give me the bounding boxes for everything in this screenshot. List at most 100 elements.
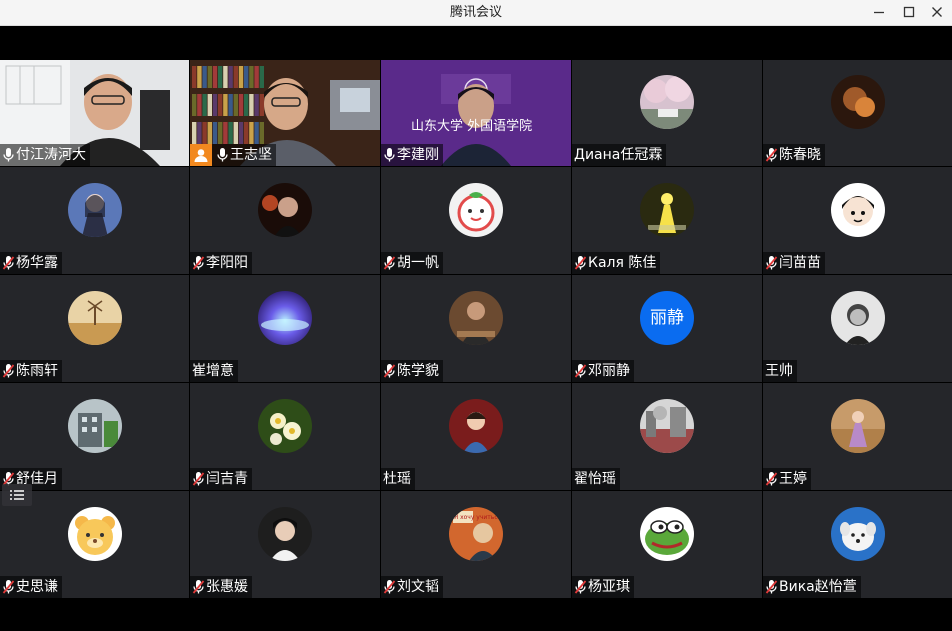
minimize-icon — [874, 11, 884, 14]
microphone-muted-icon — [765, 471, 778, 487]
participant-tile[interactable]: 翟怡瑶 — [572, 383, 762, 490]
participant-name: 胡一帆 — [397, 255, 439, 271]
microphone-muted-icon — [192, 471, 205, 487]
participant-tile[interactable]: 杨华露 — [0, 167, 189, 274]
cartoon-bear-icon — [67, 506, 122, 561]
participant-tile[interactable]: 王婷 — [763, 383, 952, 490]
child-portrait-icon — [449, 398, 503, 453]
close-icon — [932, 7, 942, 17]
participant-name: Диана任冠霖 — [574, 147, 663, 163]
participant-name-bar: 闫吉青 — [190, 468, 252, 490]
white-flowers-icon — [258, 398, 312, 453]
participant-name-bar: 闫苗苗 — [763, 252, 825, 274]
microphone-muted-icon — [192, 579, 205, 595]
participant-tile[interactable]: 王志坚 — [190, 60, 380, 166]
participant-name-bar: 杨华露 — [0, 252, 62, 274]
participant-tile[interactable]: Диана任冠霖 — [572, 60, 762, 166]
microphone-muted-icon — [192, 255, 205, 271]
participant-tile[interactable]: 胡一帆 — [381, 167, 571, 274]
participant-tile[interactable]: Я хочу учиться! 刘文韬 — [381, 491, 571, 598]
maximize-icon — [903, 6, 915, 18]
participant-name: 闫吉青 — [206, 471, 248, 487]
participant-name: 王志坚 — [230, 147, 272, 163]
participant-name-bar: 翟怡瑶 — [572, 468, 620, 490]
glowing-figure-icon — [640, 182, 694, 237]
microphone-muted-icon — [765, 147, 778, 163]
participant-tile[interactable]: 张惠媛 — [190, 491, 380, 598]
participant-name: 史思谦 — [16, 579, 58, 595]
microphone-muted-icon — [383, 363, 396, 379]
microphone-muted-icon — [2, 255, 15, 271]
participant-name: 翟怡瑶 — [574, 471, 616, 487]
participant-tile[interactable]: 王帅 — [763, 275, 952, 382]
top-toolbar-area — [0, 26, 952, 59]
anime-girl-icon — [67, 182, 122, 237]
participant-name: 李阳阳 — [206, 255, 248, 271]
field-girl-icon — [831, 398, 885, 453]
video-banner-text: 山东大学 外国语学院 — [411, 118, 532, 134]
close-button[interactable] — [922, 0, 952, 26]
participant-name: 陈雨轩 — [16, 363, 58, 379]
cherry-blossom-photo-icon — [640, 75, 694, 130]
participant-name-bar: 崔增意 — [190, 360, 238, 382]
participant-name-bar: 史思谦 — [0, 576, 62, 598]
night-portrait-icon — [258, 182, 312, 237]
participant-tile[interactable]: 崔增意 — [190, 275, 380, 382]
participant-name: 张惠媛 — [206, 579, 248, 595]
participant-tile[interactable]: Вика赵怡萱 — [763, 491, 952, 598]
boy-portrait-icon — [258, 506, 312, 561]
pepe-frog-icon — [640, 506, 694, 561]
participant-tile[interactable]: 丽静邓丽静 — [572, 275, 762, 382]
participant-tile[interactable]: Каля 陈佳 — [572, 167, 762, 274]
layout-menu-button[interactable] — [2, 484, 32, 506]
participant-name-bar: 王婷 — [763, 468, 811, 490]
participant-name-bar: 张惠媛 — [190, 576, 252, 598]
minimize-button[interactable] — [864, 0, 894, 26]
maximize-button[interactable] — [894, 0, 924, 26]
participant-tile[interactable]: 闫吉青 — [190, 383, 380, 490]
participant-name: 杨华露 — [16, 255, 58, 271]
participant-tile[interactable]: 史思谦 — [0, 491, 189, 598]
participant-name: Каля 陈佳 — [588, 255, 657, 271]
microphone-icon — [216, 147, 229, 163]
participant-name: 王婷 — [779, 471, 807, 487]
microphone-muted-icon — [574, 255, 587, 271]
microphone-muted-icon — [383, 579, 396, 595]
microphone-muted-icon — [2, 363, 15, 379]
avatar: 丽静 — [640, 290, 694, 345]
participant-name-bar: 李建刚 — [381, 144, 443, 166]
participant-name: 付江涛河大 — [16, 147, 86, 163]
building-photo-icon — [67, 398, 122, 453]
participant-name: Вика赵怡萱 — [779, 579, 857, 595]
participant-name: 杨亚琪 — [588, 579, 630, 595]
participant-name-bar: 陈雨轩 — [0, 360, 62, 382]
microphone-muted-icon — [765, 255, 778, 271]
participant-name: 邓丽静 — [588, 363, 630, 379]
participant-name-bar: 王帅 — [763, 360, 797, 382]
poster-meme-icon: Я хочу учиться! — [449, 506, 503, 561]
participant-tile[interactable]: 杨亚琪 — [572, 491, 762, 598]
participant-tile[interactable]: 杜瑶 — [381, 383, 571, 490]
participant-tile[interactable]: 舒佳月 — [0, 383, 189, 490]
microphone-muted-icon — [383, 255, 396, 271]
participant-name-bar: 陈春晓 — [763, 144, 825, 166]
participant-name-bar: Диана任冠霖 — [572, 144, 667, 166]
participant-name: 崔增意 — [192, 363, 234, 379]
participant-tile[interactable]: 陈雨轩 — [0, 275, 189, 382]
participant-tile[interactable]: 陈春晓 — [763, 60, 952, 166]
aurora-planet-icon — [258, 290, 312, 345]
participant-name: 刘文韬 — [397, 579, 439, 595]
microphone-icon — [2, 147, 15, 163]
participant-tile[interactable]: 李阳阳 — [190, 167, 380, 274]
participant-name-bar: 付江涛河大 — [0, 144, 90, 166]
participant-name-bar: Вика赵怡萱 — [763, 576, 861, 598]
participant-tile[interactable]: 闫苗苗 — [763, 167, 952, 274]
participant-tile[interactable]: 付江涛河大 — [0, 60, 189, 166]
participant-name-bar: 胡一帆 — [381, 252, 443, 274]
participant-tile[interactable]: 陈学貌 — [381, 275, 571, 382]
participant-tile[interactable]: 山东大学 外国语学院李建刚 — [381, 60, 571, 166]
participant-name-bar: 杨亚琪 — [572, 576, 634, 598]
microphone-muted-icon — [765, 579, 778, 595]
participant-name-bar: 陈学貌 — [381, 360, 443, 382]
avatar-caption: Я хочу учиться! — [454, 514, 503, 521]
